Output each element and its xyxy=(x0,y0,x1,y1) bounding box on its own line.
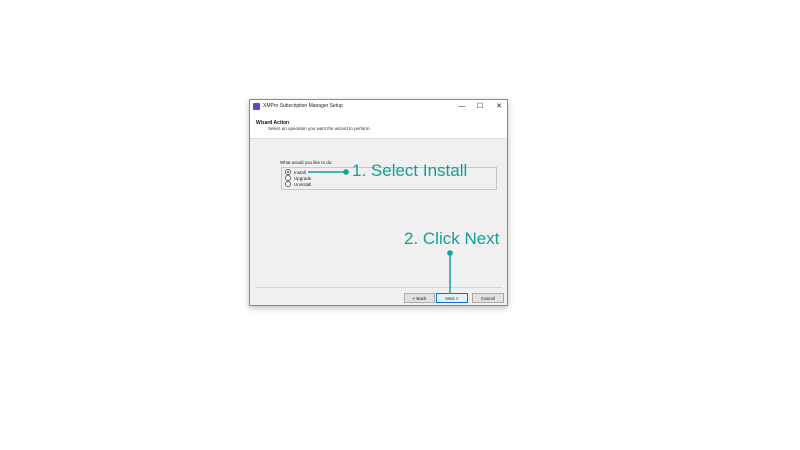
annotation-overlay xyxy=(308,169,453,294)
step1-annotation: 1. Select Install xyxy=(352,161,468,180)
step2-dot xyxy=(447,250,453,256)
step2-annotation: 2. Click Next xyxy=(404,229,500,248)
step1-dot xyxy=(343,169,349,175)
